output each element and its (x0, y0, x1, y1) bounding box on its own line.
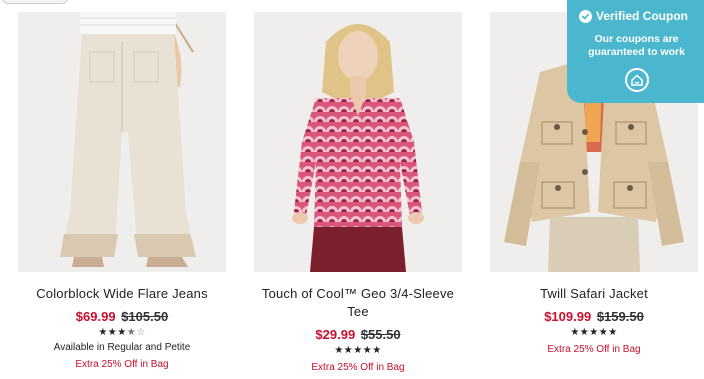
product-card-geo-tee[interactable]: Touch of Cool™ Geo 3/4-Sleeve Tee $29.99… (254, 12, 462, 374)
check-circle-icon (579, 9, 592, 23)
promo-text: Extra 25% Off in Bag (75, 359, 169, 370)
sale-price: $69.99 (75, 309, 116, 324)
stars-filled: ★★★★★ (570, 327, 618, 338)
coupon-subtitle: Our coupons are guaranteed to work (588, 33, 685, 58)
top-partial-button[interactable] (2, 0, 68, 4)
geo-tee-image (292, 24, 424, 272)
stars-empty: ☆ (136, 327, 146, 338)
star-rating[interactable]: ★★★★★ (254, 345, 462, 357)
promo-text: Extra 25% Off in Bag (547, 344, 641, 355)
star-rating[interactable]: ★★★★★ (490, 327, 698, 339)
stars-filled: ★★★★★ (334, 345, 382, 356)
price-row: $109.99 $159.50 (490, 309, 698, 325)
coupon-title: Verified Coupon (596, 9, 689, 23)
sale-price: $29.99 (315, 327, 356, 342)
coupon-logo-icon[interactable] (625, 68, 649, 92)
sale-price: $109.99 (544, 309, 592, 324)
product-image-tee[interactable] (254, 12, 462, 272)
availability-text: Available in Regular and Petite (53, 342, 191, 353)
coupon-title-row: Verified Coupon (579, 9, 688, 23)
product-name[interactable]: Colorblock Wide Flare Jeans (18, 285, 226, 303)
original-price: $105.50 (121, 309, 169, 324)
stars-filled: ★★★ (98, 327, 127, 338)
price-row: $69.99 $105.50 (18, 309, 226, 325)
product-image-jeans[interactable] (18, 12, 226, 272)
verified-coupon-overlay[interactable]: Verified Coupon Our coupons are guarante… (567, 0, 704, 103)
price-row: $29.99 $55.50 (254, 327, 462, 343)
product-card-colorblock-jeans[interactable]: Colorblock Wide Flare Jeans $69.99 $105.… (18, 12, 226, 371)
original-price: $55.50 (360, 327, 401, 342)
stars-half: ★ (126, 327, 137, 338)
product-name[interactable]: Twill Safari Jacket (490, 285, 698, 303)
promo-text: Extra 25% Off in Bag (311, 362, 405, 373)
star-rating[interactable]: ★★★★☆ (18, 327, 226, 339)
product-name[interactable]: Touch of Cool™ Geo 3/4-Sleeve Tee (254, 285, 462, 321)
flare-jeans-image (60, 12, 196, 267)
original-price: $159.50 (596, 309, 644, 324)
